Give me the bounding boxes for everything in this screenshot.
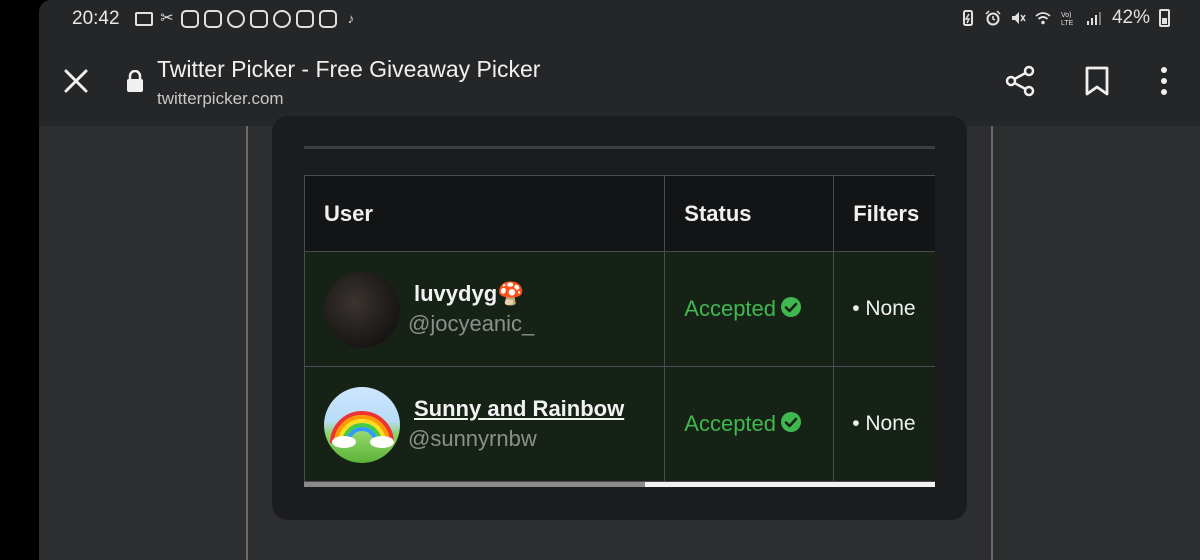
page-title: Twitter Picker - Free Giveaway Picker	[157, 56, 541, 82]
instagram-icon	[296, 10, 314, 28]
scrollbar-thumb[interactable]	[304, 482, 645, 487]
signal-icon	[1086, 12, 1101, 25]
table-row: Sunny and Rainbow @sunnyrnbw Accepted • …	[304, 366, 935, 482]
status-text: Accepted	[684, 411, 777, 436]
status-cell: Accepted	[664, 251, 835, 367]
filters-cell: • None	[833, 366, 935, 482]
status-time: 20:42	[72, 8, 120, 29]
column-header-user: User	[304, 175, 666, 252]
wifi-icon	[1035, 12, 1051, 25]
more-options-icon[interactable]	[1154, 65, 1174, 97]
bookmark-icon[interactable]	[1084, 65, 1110, 97]
share-icon[interactable]	[1004, 65, 1036, 97]
check-circle-icon	[781, 412, 802, 432]
user-cell: luvydyg🍄 @jocyeanic_	[304, 251, 666, 367]
capcut-icon: ✂	[160, 10, 174, 27]
notification-icons: ✂ ♪	[135, 10, 360, 28]
rainbow-image	[330, 410, 394, 448]
table-row: luvydyg🍄 @jocyeanic_ Accepted • None	[304, 251, 935, 367]
close-icon[interactable]	[61, 66, 91, 96]
instagram-icon	[204, 10, 222, 28]
results-table-container[interactable]: User Status Filters luvydyg🍄 @jocyeanic_	[304, 175, 935, 482]
svg-text:LTE: LTE	[1061, 20, 1074, 26]
divider	[304, 146, 935, 149]
layout-divider	[991, 126, 993, 560]
user-display-name: luvydyg🍄	[414, 280, 525, 306]
page-url[interactable]: twitterpicker.com	[157, 89, 284, 109]
mail-icon	[135, 12, 153, 26]
whatsapp-icon	[227, 10, 245, 28]
battery-percent: 42%	[1111, 7, 1150, 28]
instagram-icon	[319, 10, 337, 28]
browser-window: 20:42 ✂ ♪ Vo) LTE 42% Twitter Picker - F…	[39, 0, 1200, 560]
instagram-icon	[181, 10, 199, 28]
check-circle-icon	[781, 297, 802, 317]
mute-icon	[1011, 12, 1026, 24]
table-header-row: User Status Filters	[304, 175, 935, 252]
user-handle: @sunnyrnbw	[408, 425, 537, 451]
user-handle: @jocyeanic_	[408, 310, 535, 336]
layout-divider	[246, 126, 248, 560]
volte-icon: Vo)LTE	[1061, 12, 1074, 26]
tiktok-icon: ♪	[347, 11, 355, 26]
system-icons: Vo) LTE 42%	[960, 7, 1170, 29]
page-content: User Status Filters luvydyg🍄 @jocyeanic_	[39, 116, 1200, 560]
lock-icon[interactable]	[125, 70, 145, 92]
status-bar: 20:42 ✂ ♪ Vo) LTE 42%	[39, 0, 1200, 38]
alarm-icon	[985, 10, 1001, 26]
user-display-name-link[interactable]: Sunny and Rainbow	[414, 396, 624, 422]
instagram-icon	[250, 10, 268, 28]
battery-saver-icon	[962, 10, 973, 26]
column-header-status: Status	[664, 175, 835, 252]
battery-icon	[1159, 9, 1170, 27]
horizontal-scrollbar[interactable]	[304, 482, 935, 487]
results-table: User Status Filters luvydyg🍄 @jocyeanic_	[304, 175, 935, 482]
status-cell: Accepted	[664, 366, 835, 482]
user-cell: Sunny and Rainbow @sunnyrnbw	[304, 366, 666, 482]
filters-cell: • None	[833, 251, 935, 367]
avatar[interactable]	[324, 386, 400, 463]
svg-text:Vo): Vo)	[1061, 12, 1072, 19]
avatar[interactable]	[324, 271, 400, 348]
whatsapp-icon	[273, 10, 291, 28]
status-text: Accepted	[684, 296, 777, 321]
custom-tab-toolbar: Twitter Picker - Free Giveaway Picker tw…	[39, 38, 1200, 126]
column-header-filters: Filters	[833, 175, 935, 252]
